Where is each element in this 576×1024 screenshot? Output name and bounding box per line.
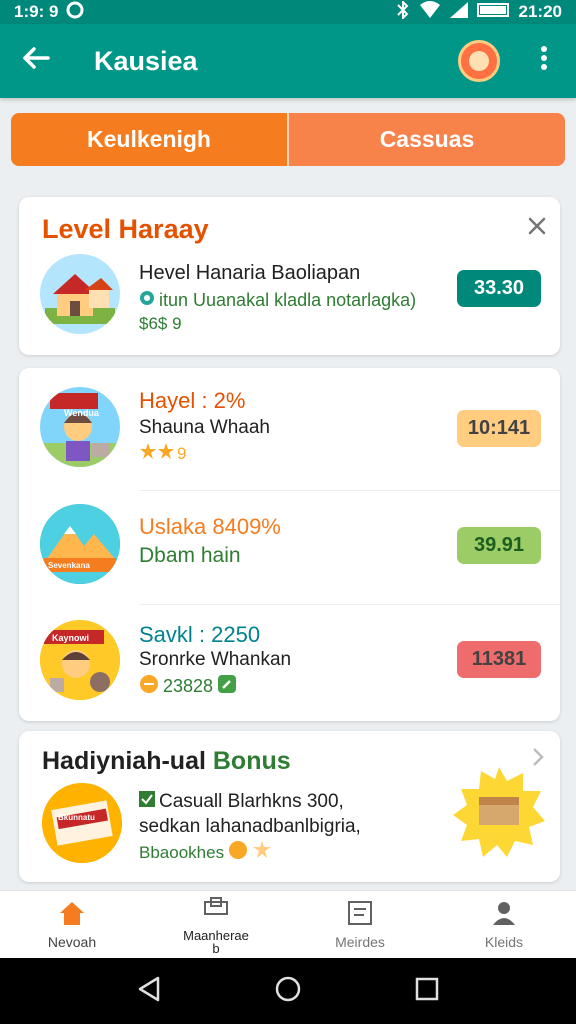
level-item-desc-row: itun Uuanakal kladla notarlagka) bbox=[139, 290, 416, 311]
nav-item-messages[interactable]: Meirdes bbox=[288, 891, 432, 958]
status-bar: 1:9: 9 21:20 bbox=[0, 0, 576, 24]
tab-cassuas[interactable]: Cassuas bbox=[289, 113, 565, 166]
bonus-title-part1: Hadiyniah-ual bbox=[42, 747, 206, 775]
bonus-line3: Bbaookhes bbox=[139, 842, 225, 862]
list-item-1-subtitle: Shauna Whaah bbox=[139, 417, 270, 438]
list-item-2-title: Uslaka 8409% bbox=[139, 514, 281, 539]
divider bbox=[139, 490, 560, 491]
list-item-3-subtitle: Sronrke Whankan bbox=[139, 649, 292, 670]
app-bar: Kausiea bbox=[0, 24, 576, 98]
edit-icon bbox=[217, 674, 237, 699]
message-icon bbox=[346, 899, 374, 930]
status-right-time: 21:20 bbox=[518, 2, 562, 21]
notification-icon bbox=[66, 1, 84, 24]
list-item-1-rating-row: 9 bbox=[139, 442, 186, 465]
list-card: Wendua Hayel : 2% Shauna Whaah 9 10:141 … bbox=[19, 368, 560, 721]
nav-label-messages: Meirdes bbox=[335, 934, 385, 950]
coin-icon bbox=[228, 840, 248, 865]
back-triangle-icon[interactable] bbox=[134, 974, 164, 1009]
voucher-thumbnail-icon: Bkunnatu bbox=[42, 783, 122, 863]
mountain-thumbnail-icon: Sevenkana bbox=[40, 504, 120, 584]
thumb-label-4: Bkunnatu bbox=[58, 813, 95, 822]
more-vert-icon[interactable] bbox=[534, 45, 554, 78]
bonus-card[interactable]: Hadiyniah-ual Bonus Bkunnatu Casuall Bla… bbox=[19, 731, 560, 882]
home-circle-icon[interactable] bbox=[273, 974, 303, 1009]
list-item-1-title: Hayel : 2% bbox=[139, 388, 246, 413]
info-icon bbox=[139, 290, 155, 311]
tools-icon bbox=[202, 894, 230, 925]
list-item-2-value-button[interactable]: 39.91 bbox=[457, 527, 541, 564]
person-icon bbox=[490, 899, 518, 930]
bonus-card-title: Hadiyniah-ual Bonus bbox=[42, 747, 291, 776]
list-item-3-value-button[interactable]: 11381 bbox=[457, 641, 541, 678]
coin-icon bbox=[139, 674, 159, 699]
level-item-meta: $6$ 9 bbox=[139, 314, 182, 333]
divider bbox=[139, 604, 560, 605]
level-item-desc: itun Uuanakal kladla notarlagka) bbox=[159, 290, 417, 310]
list-item-3-title: Savkl : 2250 bbox=[139, 622, 261, 647]
nav-item-tools[interactable]: Maanherae b bbox=[144, 891, 288, 958]
house-thumbnail-icon bbox=[40, 254, 120, 334]
bonus-line2: sedkan lahanadbanlbigria, bbox=[139, 816, 361, 837]
level-card: Level Haraay Hevel Hanaria Baoliapan itu… bbox=[19, 197, 560, 355]
close-icon[interactable] bbox=[528, 211, 546, 242]
profile-avatar[interactable] bbox=[458, 40, 500, 82]
signal-icon bbox=[449, 1, 469, 24]
tab-keulkenigh[interactable]: Keulkenigh bbox=[11, 113, 289, 166]
avatar-face-icon bbox=[469, 51, 489, 71]
worker-thumbnail-icon: Wendua bbox=[40, 387, 120, 467]
thumb-label-3: Kaynowi bbox=[52, 633, 90, 643]
star-icon bbox=[139, 442, 175, 465]
recents-square-icon[interactable] bbox=[412, 974, 442, 1009]
check-icon bbox=[139, 791, 155, 813]
list-item-2-subtitle: Dbam hain bbox=[139, 544, 241, 567]
thumb-label-1: Wendua bbox=[64, 408, 99, 418]
bonus-line3-row: Bbaookhes bbox=[139, 840, 272, 865]
star-icon bbox=[252, 840, 272, 865]
nav-label-profile: Kleids bbox=[484, 934, 524, 950]
list-item-3-meta: 23828 bbox=[163, 676, 214, 696]
bonus-line1: Casuall Blarhkns 300, bbox=[159, 791, 344, 812]
bonus-badge-icon bbox=[451, 765, 547, 861]
home-icon bbox=[58, 899, 86, 930]
system-navigation-bar bbox=[0, 958, 576, 1024]
level-card-title: Level Haraay bbox=[42, 214, 209, 244]
tab-bar: Keulkenigh Cassuas bbox=[11, 113, 565, 166]
list-item-1-value-button[interactable]: 10:141 bbox=[457, 410, 541, 447]
back-arrow-icon[interactable] bbox=[22, 44, 62, 78]
status-time: 1:9: 9 bbox=[14, 2, 59, 21]
nav-label-home: Nevoah bbox=[47, 934, 97, 950]
app-title: Kausiea bbox=[94, 45, 198, 76]
bonus-title-part2: Bonus bbox=[212, 747, 291, 775]
bottom-navigation: Nevoah Maanherae b Meirdes Kleids bbox=[0, 890, 576, 958]
boy-thumbnail-icon: Kaynowi bbox=[40, 620, 120, 700]
level-item-name: Hevel Hanaria Baoliapan bbox=[139, 262, 361, 284]
level-item-value-button[interactable]: 33.30 bbox=[457, 270, 541, 307]
bluetooth-icon bbox=[395, 0, 411, 24]
list-item-1-meta: 9 bbox=[177, 443, 187, 463]
nav-item-home[interactable]: Nevoah bbox=[0, 891, 144, 958]
battery-icon bbox=[476, 2, 511, 23]
thumb-label-2: Sevenkana bbox=[48, 561, 90, 570]
wifi-icon bbox=[419, 0, 441, 24]
list-item-3-meta-row: 23828 bbox=[139, 674, 237, 699]
nav-item-profile[interactable]: Kleids bbox=[432, 891, 576, 958]
nav-label-tools: Maanherae b bbox=[183, 928, 249, 956]
bonus-line1-row: Casuall Blarhkns 300, bbox=[139, 791, 344, 813]
